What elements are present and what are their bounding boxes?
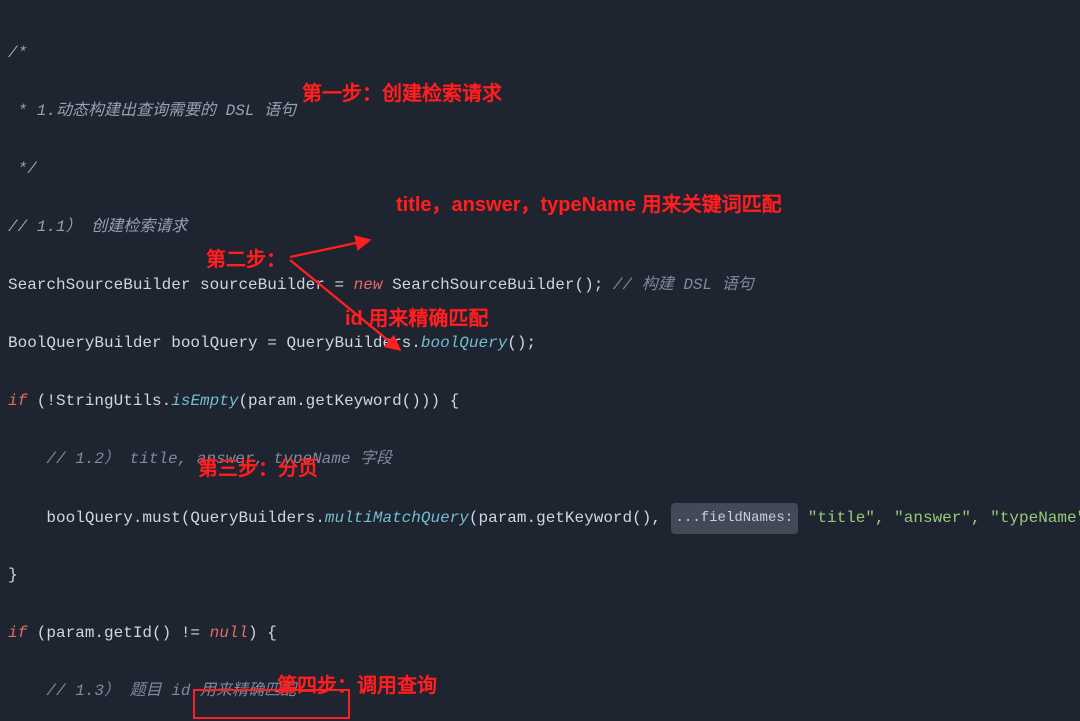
code-comment: // 1.3） 题目 id 用来精确匹配	[8, 682, 296, 700]
code-text: (param.getKeyword())) {	[238, 392, 459, 410]
keyword-if: if	[8, 392, 27, 410]
code-comment: // 1.2） title, answer, typeName 字段	[8, 450, 392, 468]
code-method: multiMatchQuery	[325, 509, 469, 527]
code-text: (param.getId() !=	[27, 624, 209, 642]
code-text: * 1.动态构建出查询需要的 DSL 语句	[8, 102, 296, 120]
code-method: isEmpty	[171, 392, 238, 410]
code-text: BoolQueryBuilder boolQuery = QueryBuilde…	[8, 334, 421, 352]
keyword-if: if	[8, 624, 27, 642]
code-comment: // 构建 DSL 语句	[613, 276, 754, 294]
param-hint: ...fieldNames:	[671, 503, 799, 534]
code-text: boolQuery.must(QueryBuilders.	[8, 509, 325, 527]
code-text: /*	[8, 44, 27, 62]
keyword-new: new	[354, 276, 383, 294]
code-method: boolQuery	[421, 334, 507, 352]
code-text: (!StringUtils.	[27, 392, 171, 410]
code-text: SearchSourceBuilder sourceBuilder =	[8, 276, 354, 294]
code-text: ) {	[248, 624, 277, 642]
code-text: */	[8, 160, 37, 178]
code-text: }	[8, 566, 18, 584]
code-editor[interactable]: /* * 1.动态构建出查询需要的 DSL 语句 */ // 1.1） 创建检索…	[0, 0, 1080, 721]
code-text: (param.getKeyword(),	[469, 509, 661, 527]
code-text: SearchSourceBuilder();	[382, 276, 612, 294]
code-string: "title", "answer", "typeName"));	[798, 509, 1080, 527]
code-text: // 1.1） 创建检索请求	[8, 218, 187, 236]
keyword-null: null	[210, 624, 248, 642]
code-text: ();	[507, 334, 536, 352]
